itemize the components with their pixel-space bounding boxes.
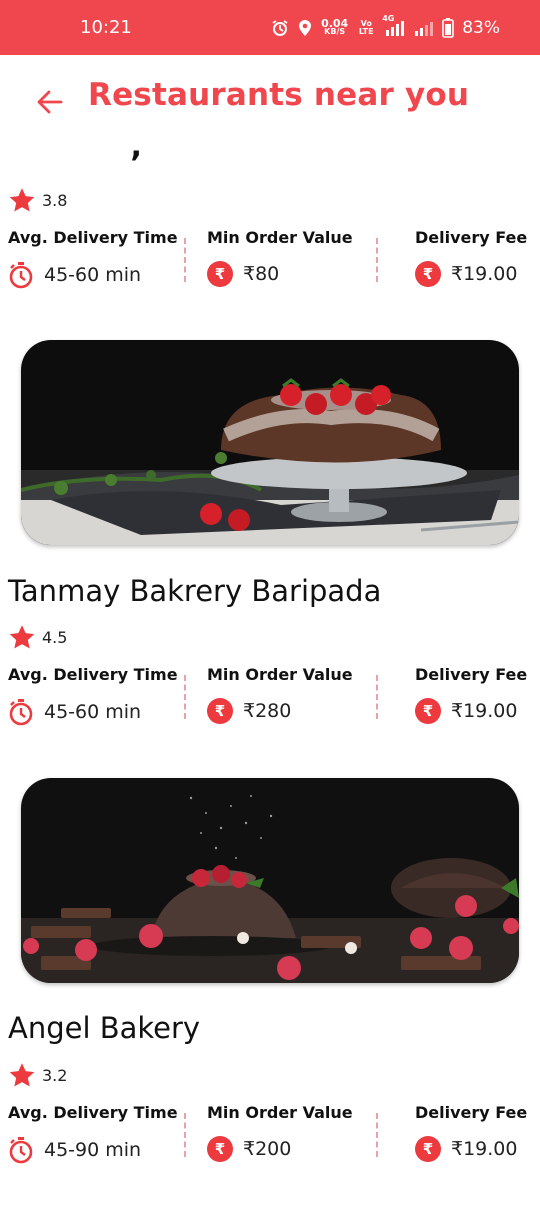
divider — [376, 238, 378, 282]
rating: 4.5 — [8, 624, 67, 651]
delivery-fee-col: Delivery Fee ₹ ₹19.00 — [415, 228, 527, 287]
avg-delivery-label: Avg. Delivery Time — [8, 1103, 178, 1122]
restaurant-name[interactable]: Angel Bakery — [8, 1011, 200, 1045]
restaurant-image[interactable] — [21, 340, 519, 545]
rupee-icon: ₹ — [207, 698, 233, 724]
min-order-value: ₹80 — [243, 263, 280, 285]
avg-delivery-col: Avg. Delivery Time 45-60 min — [8, 228, 178, 289]
rupee-icon: ₹ — [415, 261, 441, 287]
back-button[interactable] — [32, 85, 66, 119]
avg-delivery-col: Avg. Delivery Time 45-60 min — [8, 665, 178, 726]
min-order-label: Min Order Value — [207, 228, 353, 247]
min-order-col: Min Order Value ₹ ₹80 — [207, 228, 353, 287]
star-icon — [9, 1063, 35, 1087]
rupee-icon: ₹ — [207, 261, 233, 287]
min-order-col: Min Order Value ₹ ₹200 — [207, 1103, 353, 1162]
page-title: Restaurants near you — [88, 77, 470, 113]
star-icon — [9, 625, 35, 649]
avg-delivery-col: Avg. Delivery Time 45-90 min — [8, 1103, 178, 1164]
rupee-icon: ₹ — [415, 698, 441, 724]
info-row: Avg. Delivery Time 45-60 min Min Order V… — [0, 665, 540, 735]
divider — [376, 675, 378, 719]
battery-percent: 83% — [462, 17, 500, 38]
divider — [184, 238, 186, 282]
stopwatch-icon — [9, 1137, 33, 1164]
rating: 3.2 — [8, 1062, 67, 1089]
delivery-fee-value: ₹19.00 — [451, 700, 518, 722]
divider — [376, 1113, 378, 1157]
delivery-fee-value: ₹19.00 — [451, 263, 518, 285]
avg-delivery-label: Avg. Delivery Time — [8, 228, 178, 247]
min-order-value: ₹200 — [243, 1138, 292, 1160]
min-order-label: Min Order Value — [207, 665, 353, 684]
status-time: 10:21 — [80, 17, 132, 38]
delivery-fee-col: Delivery Fee ₹ ₹19.00 — [415, 665, 527, 724]
restaurant-name[interactable]: Tanmay Bakrery Baripada — [8, 574, 381, 608]
rupee-icon: ₹ — [415, 1136, 441, 1162]
delivery-fee-label: Delivery Fee — [415, 1103, 528, 1122]
stopwatch-icon — [9, 262, 33, 289]
star-icon — [9, 188, 35, 212]
rating-value: 4.5 — [42, 628, 68, 647]
rating: 3.8 — [8, 187, 67, 214]
min-order-value: ₹280 — [243, 700, 292, 722]
location-icon — [297, 19, 313, 37]
avg-delivery-label: Avg. Delivery Time — [8, 665, 178, 684]
rupee-icon: ₹ — [207, 1136, 233, 1162]
delivery-time-value: 45-90 min — [44, 1139, 142, 1161]
delivery-fee-value: ₹19.00 — [451, 1138, 518, 1160]
status-bar: 10:21 0.04 KB/S Vo LTE 4G 83% — [0, 0, 540, 55]
min-order-label: Min Order Value — [207, 1103, 353, 1122]
arrow-left-icon — [37, 90, 63, 114]
data-speed-unit: KB/S — [324, 26, 346, 36]
divider — [184, 675, 186, 719]
rating-value: 3.8 — [42, 191, 68, 210]
divider — [184, 1113, 186, 1157]
delivery-time-value: 45-60 min — [44, 264, 142, 286]
delivery-fee-label: Delivery Fee — [415, 228, 528, 247]
rating-value: 3.2 — [42, 1066, 68, 1085]
min-order-col: Min Order Value ₹ ₹280 — [207, 665, 353, 724]
delivery-fee-col: Delivery Fee ₹ ₹19.00 — [415, 1103, 527, 1162]
app-header: Restaurants near you — [0, 55, 540, 150]
info-row: Avg. Delivery Time 45-90 min Min Order V… — [0, 1103, 540, 1173]
delivery-fee-label: Delivery Fee — [415, 665, 528, 684]
info-row: Avg. Delivery Time 45-60 min Min Order V… — [0, 228, 540, 298]
status-icons: 0.04 KB/S Vo LTE 4G 83% — [271, 14, 500, 38]
data-speed: 0.04 KB/S — [321, 18, 348, 36]
signal-icon — [414, 20, 434, 36]
restaurant-name[interactable]: ’ — [130, 147, 142, 179]
alarm-icon — [271, 19, 289, 37]
volte-indicator: Vo LTE — [358, 18, 374, 36]
network-type: 4G — [382, 13, 395, 23]
signal-4g-icon: 4G — [382, 14, 406, 36]
delivery-time-value: 45-60 min — [44, 701, 142, 723]
stopwatch-icon — [9, 699, 33, 726]
restaurant-image[interactable] — [21, 778, 519, 983]
battery-icon — [442, 17, 455, 38]
